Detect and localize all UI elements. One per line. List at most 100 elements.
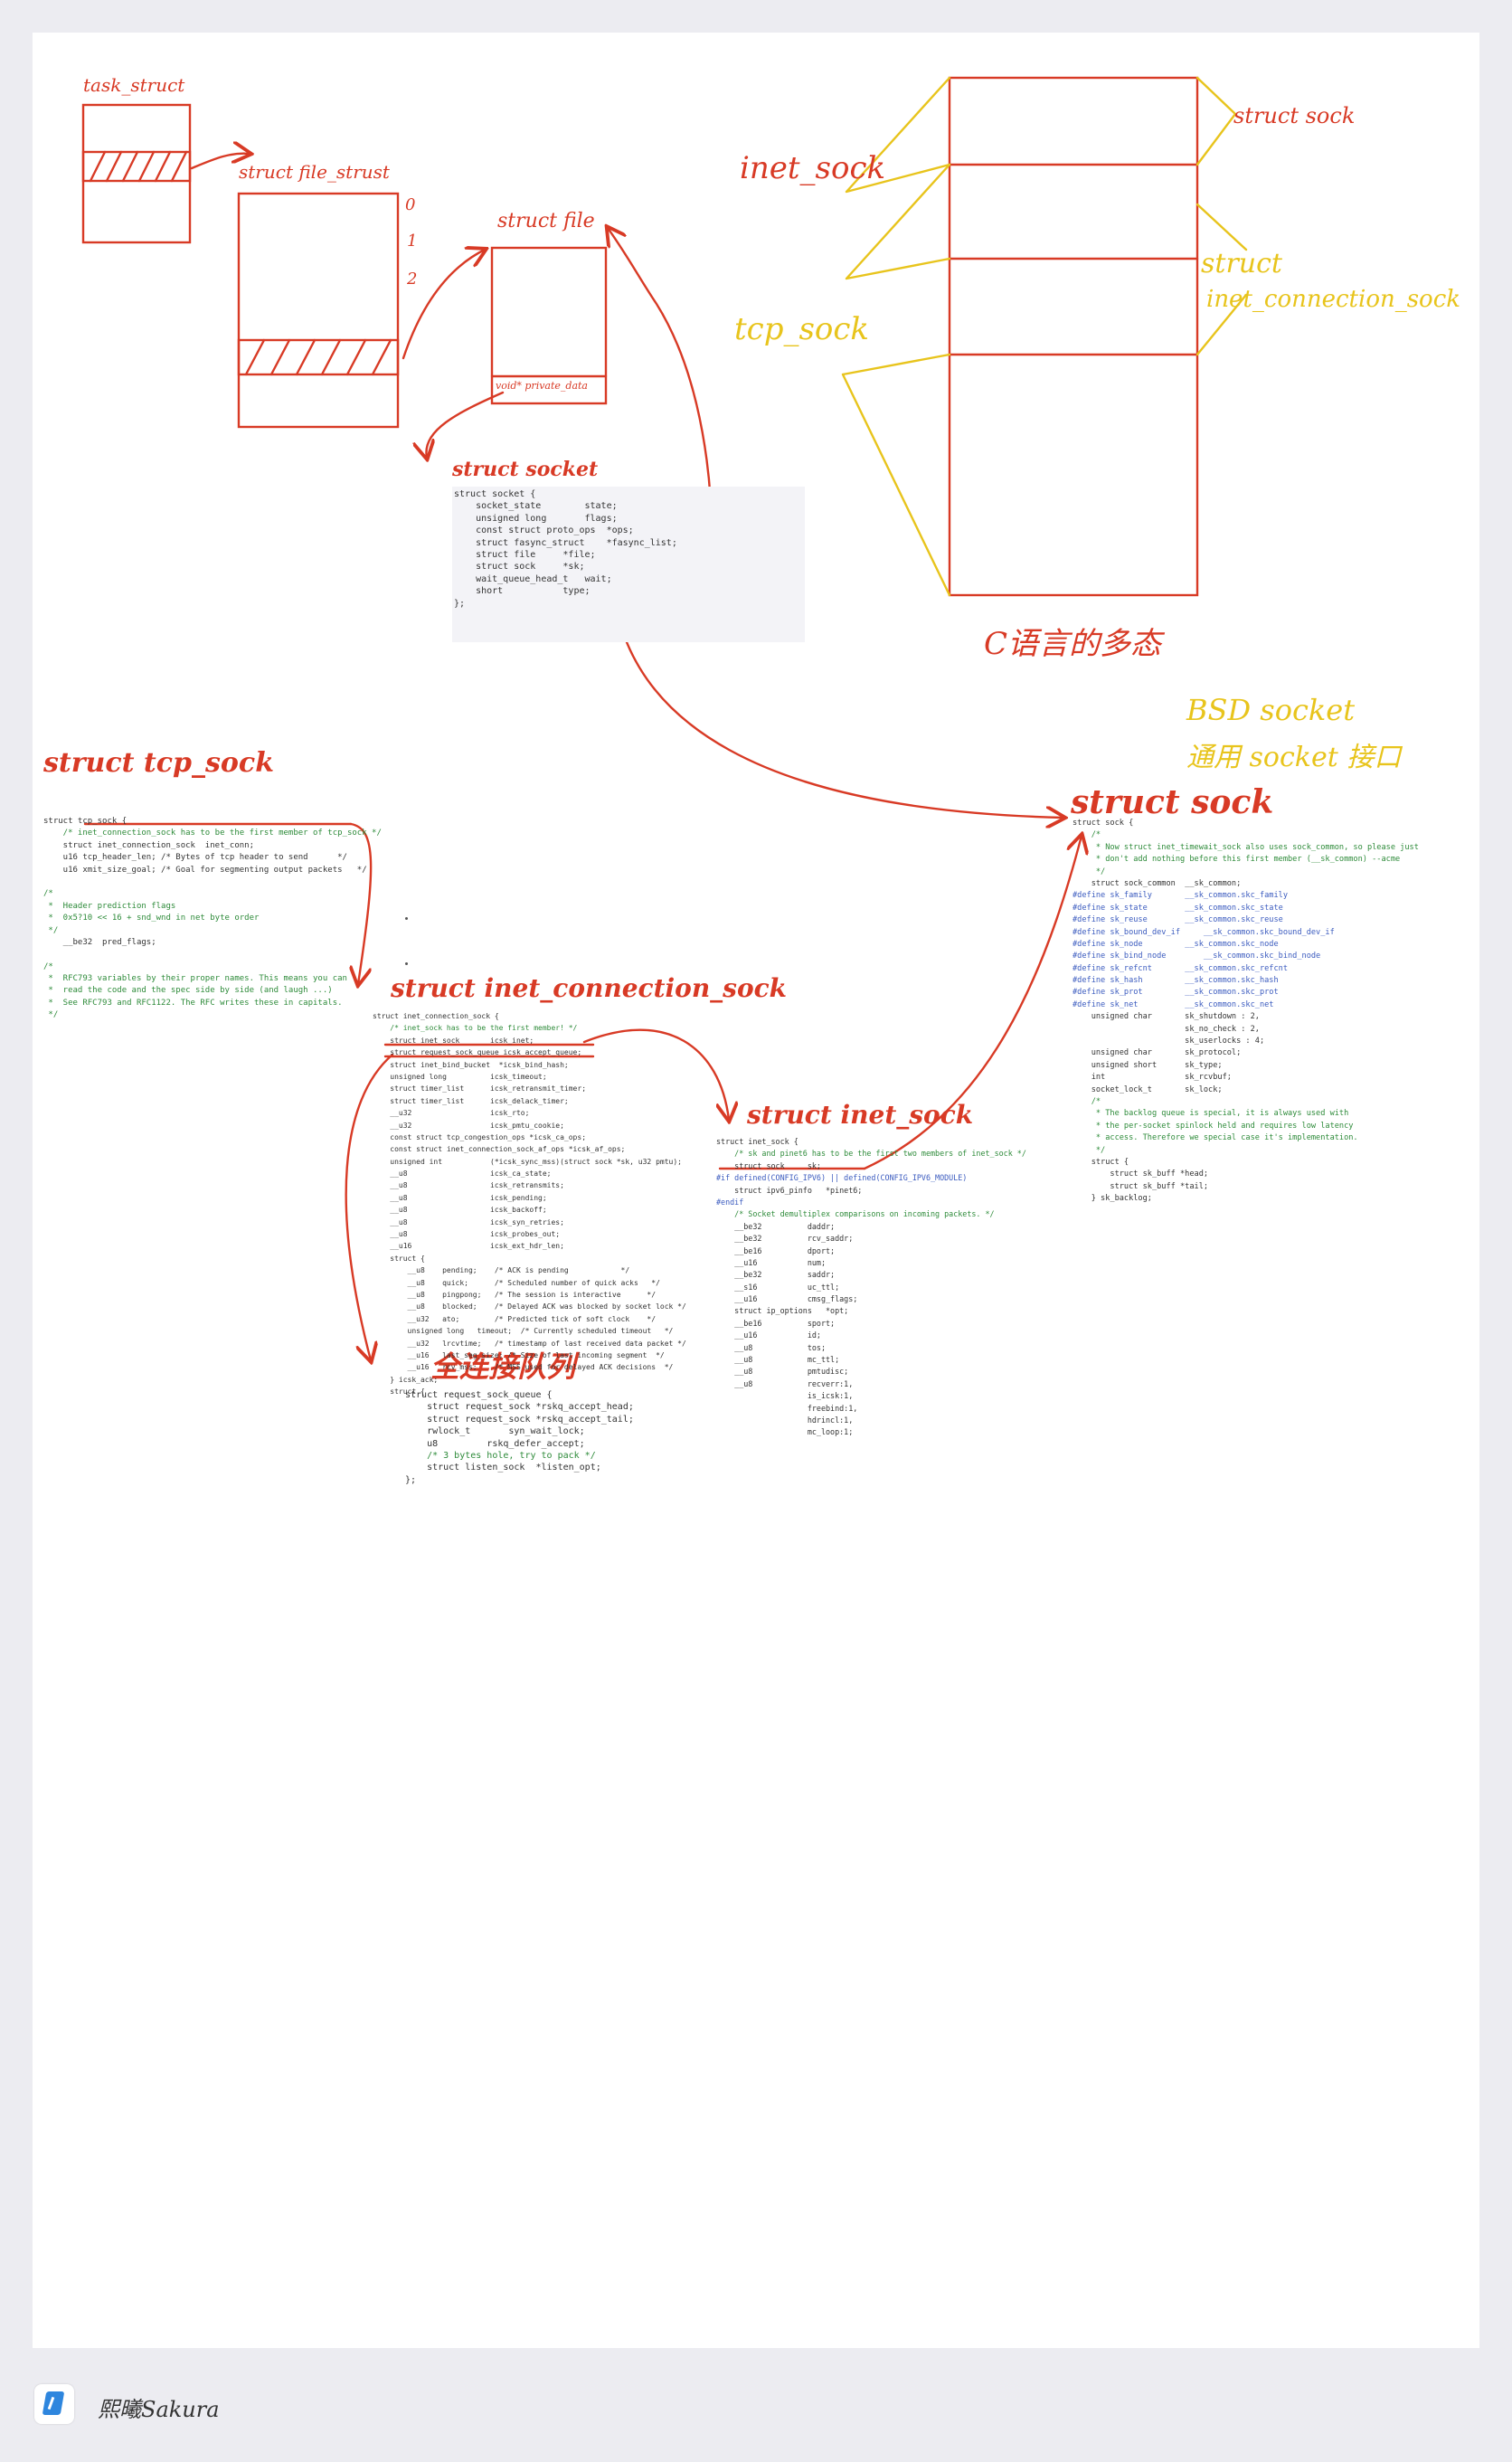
label-icsk-yellow: inet_connection_sock — [1206, 286, 1461, 313]
code-line: #define sk_family __sk_common.skc_family — [1073, 891, 1288, 901]
code-line: short type; — [454, 586, 591, 597]
code-line: __u8 icsk_probes_out; — [373, 1230, 561, 1239]
polymorphism-box — [948, 76, 1199, 597]
label-struct-icsk: struct inet_connection_sock — [391, 973, 788, 1003]
code-line: * read the code and the spec side by sid… — [43, 986, 333, 996]
code-line: struct socket { — [454, 489, 536, 499]
code-line: unsigned short sk_type; — [1073, 1060, 1223, 1070]
label-struct-yellow: struct — [1201, 248, 1282, 279]
code-line: */ — [43, 1010, 59, 1020]
label-index-2: 2 — [407, 270, 418, 289]
code-struct-tcp-sock: struct tcp_sock { /* inet_connection_soc… — [43, 816, 382, 1022]
code-line: __u8 pmtudisc; — [716, 1367, 849, 1377]
code-line: * See RFC793 and RFC1122. The RFC writes… — [43, 998, 343, 1008]
code-line: struct inet_bind_bucket *icsk_bind_hash; — [373, 1060, 569, 1069]
code-line: * Header prediction flags — [43, 901, 176, 911]
code-line: struct sk_buff *head; — [1073, 1169, 1209, 1179]
label-c-polymorphism: C语言的多态 — [984, 626, 1162, 662]
code-line: __u32 icsk_rto; — [373, 1109, 530, 1118]
code-line: sk_no_check : 2, — [1073, 1024, 1260, 1034]
code-line: struct request_sock *rskq_accept_head; — [405, 1402, 634, 1413]
code-line: __u8 icsk_pending; — [373, 1193, 547, 1202]
code-line: struct inet_connection_sock { — [373, 1012, 499, 1020]
task-struct-box — [81, 103, 192, 244]
code-line: __u16 num; — [716, 1257, 827, 1267]
code-line: __u8 icsk_ca_state; — [373, 1169, 552, 1179]
code-line: struct sock sk; — [716, 1160, 821, 1170]
code-line: unsigned long timeout; /* Currently sche… — [373, 1327, 674, 1336]
code-line: __be16 dport; — [716, 1245, 836, 1255]
code-line: struct sk_buff *tail; — [1073, 1181, 1209, 1191]
code-line: #define sk_bind_node __sk_common.skc_bin… — [1073, 952, 1321, 961]
code-line: /* inet_sock has to be the first member!… — [373, 1024, 578, 1033]
label-struct-sock-top: struct sock — [1233, 103, 1356, 128]
code-line: __be32 pred_flags; — [43, 937, 156, 947]
code-line: int sk_rcvbuf; — [1073, 1073, 1232, 1083]
code-line: __u16 icsk_ext_hdr_len; — [373, 1242, 564, 1251]
label-inet-sock: inet_sock — [740, 150, 886, 186]
code-line: } icsk_ack; — [373, 1375, 439, 1384]
code-line: __be32 saddr; — [716, 1270, 836, 1280]
code-line: unsigned long flags; — [454, 513, 618, 524]
code-line: #define sk_node __sk_common.skc_node — [1073, 939, 1279, 949]
code-line: #define sk_hash __sk_common.skc_hash — [1073, 976, 1279, 986]
code-line: __u8 icsk_backoff; — [373, 1206, 547, 1215]
code-line: struct fasync_struct *fasync_list; — [454, 537, 677, 548]
code-line: __u16 cmsg_flags; — [716, 1294, 858, 1304]
code-line: __u8 pingpong; /* The session is interac… — [373, 1290, 657, 1299]
label-index-0: 0 — [405, 195, 416, 214]
code-line: #define sk_net __sk_common.skc_net — [1073, 999, 1274, 1009]
file-struct-box — [237, 192, 400, 429]
code-line: /* — [1073, 1096, 1101, 1106]
code-line: /* — [43, 961, 53, 971]
code-line: struct sock *sk; — [454, 562, 585, 573]
code-line: __u8 tos; — [716, 1342, 827, 1352]
code-line: * 0x5?10 << 16 + snd_wnd in net byte ord… — [43, 914, 260, 923]
code-line: struct timer_list icsk_retransmit_timer; — [373, 1084, 587, 1094]
code-line: /* — [1073, 830, 1101, 840]
label-private-data: void* private_data — [496, 380, 588, 392]
code-line: unsigned char sk_protocol; — [1073, 1048, 1242, 1058]
code-line: } sk_backlog; — [1073, 1194, 1152, 1204]
code-line: struct sock { — [1073, 819, 1134, 828]
code-struct-icsk: struct inet_connection_sock { /* inet_so… — [373, 1011, 686, 1399]
code-line: __s16 uc_ttl; — [716, 1282, 840, 1292]
code-line: sk_userlocks : 4; — [1073, 1037, 1265, 1046]
stray-dot — [405, 962, 408, 965]
code-line: #define sk_reuse __sk_common.skc_reuse — [1073, 915, 1283, 925]
code-line: struct sock_common __sk_common; — [1073, 878, 1242, 888]
label-file-struct: struct file_strust — [239, 161, 390, 183]
code-line: struct request_sock *rskq_accept_tail; — [405, 1414, 634, 1425]
code-line: __u8 pending; /* ACK is pending */ — [373, 1266, 630, 1275]
code-line: /* sk and pinet6 has to be the first two… — [716, 1149, 1026, 1159]
code-line: * the per-socket spinlock held and requi… — [1073, 1121, 1354, 1131]
code-struct-socket: struct socket { socket_state state; unsi… — [454, 488, 677, 610]
code-line: __be32 rcv_saddr; — [716, 1234, 854, 1244]
code-line: struct request_sock_queue icsk_accept_qu… — [373, 1048, 582, 1057]
code-line: socket_state state; — [454, 501, 618, 512]
code-line: #define sk_refcnt __sk_common.skc_refcnt — [1073, 963, 1288, 973]
code-line: __u8 blocked; /* Delayed ACK was blocked… — [373, 1302, 686, 1311]
code-line: */ — [1073, 1145, 1106, 1155]
code-line: struct tcp_sock { — [43, 817, 128, 826]
code-line: struct { — [1073, 1157, 1129, 1167]
code-line: #define sk_prot __sk_common.skc_prot — [1073, 988, 1279, 998]
code-line: struct ipv6_pinfo *pinet6; — [716, 1185, 863, 1195]
code-line: unsigned int (*icsk_sync_mss)(struct soc… — [373, 1157, 682, 1166]
code-line: unsigned long icsk_timeout; — [373, 1072, 547, 1081]
code-line: struct request_sock_queue { — [405, 1390, 553, 1400]
code-line: * The backlog queue is special, it is al… — [1073, 1109, 1349, 1119]
code-line: __u8 recverr:1, — [716, 1378, 854, 1388]
code-line: struct inet_sock { — [716, 1137, 799, 1146]
whiteboard-canvas: task_struct struct file_strust 0 1 2 str… — [33, 33, 1479, 2348]
code-line: #define sk_state __sk_common.skc_state — [1073, 903, 1283, 913]
label-task-struct: task_struct — [83, 74, 185, 96]
code-line: const struct tcp_congestion_ops *icsk_ca… — [373, 1132, 587, 1141]
code-line: * access. Therefore we special case it's… — [1073, 1133, 1358, 1143]
code-line: unsigned char sk_shutdown : 2, — [1073, 1012, 1260, 1022]
code-line: socket_lock_t sk_lock; — [1073, 1084, 1223, 1094]
code-line: const struct proto_ops *ops; — [454, 526, 634, 536]
code-line: * Now struct inet_timewait_sock also use… — [1073, 842, 1419, 852]
label-struct-socket: struct socket — [452, 458, 599, 481]
